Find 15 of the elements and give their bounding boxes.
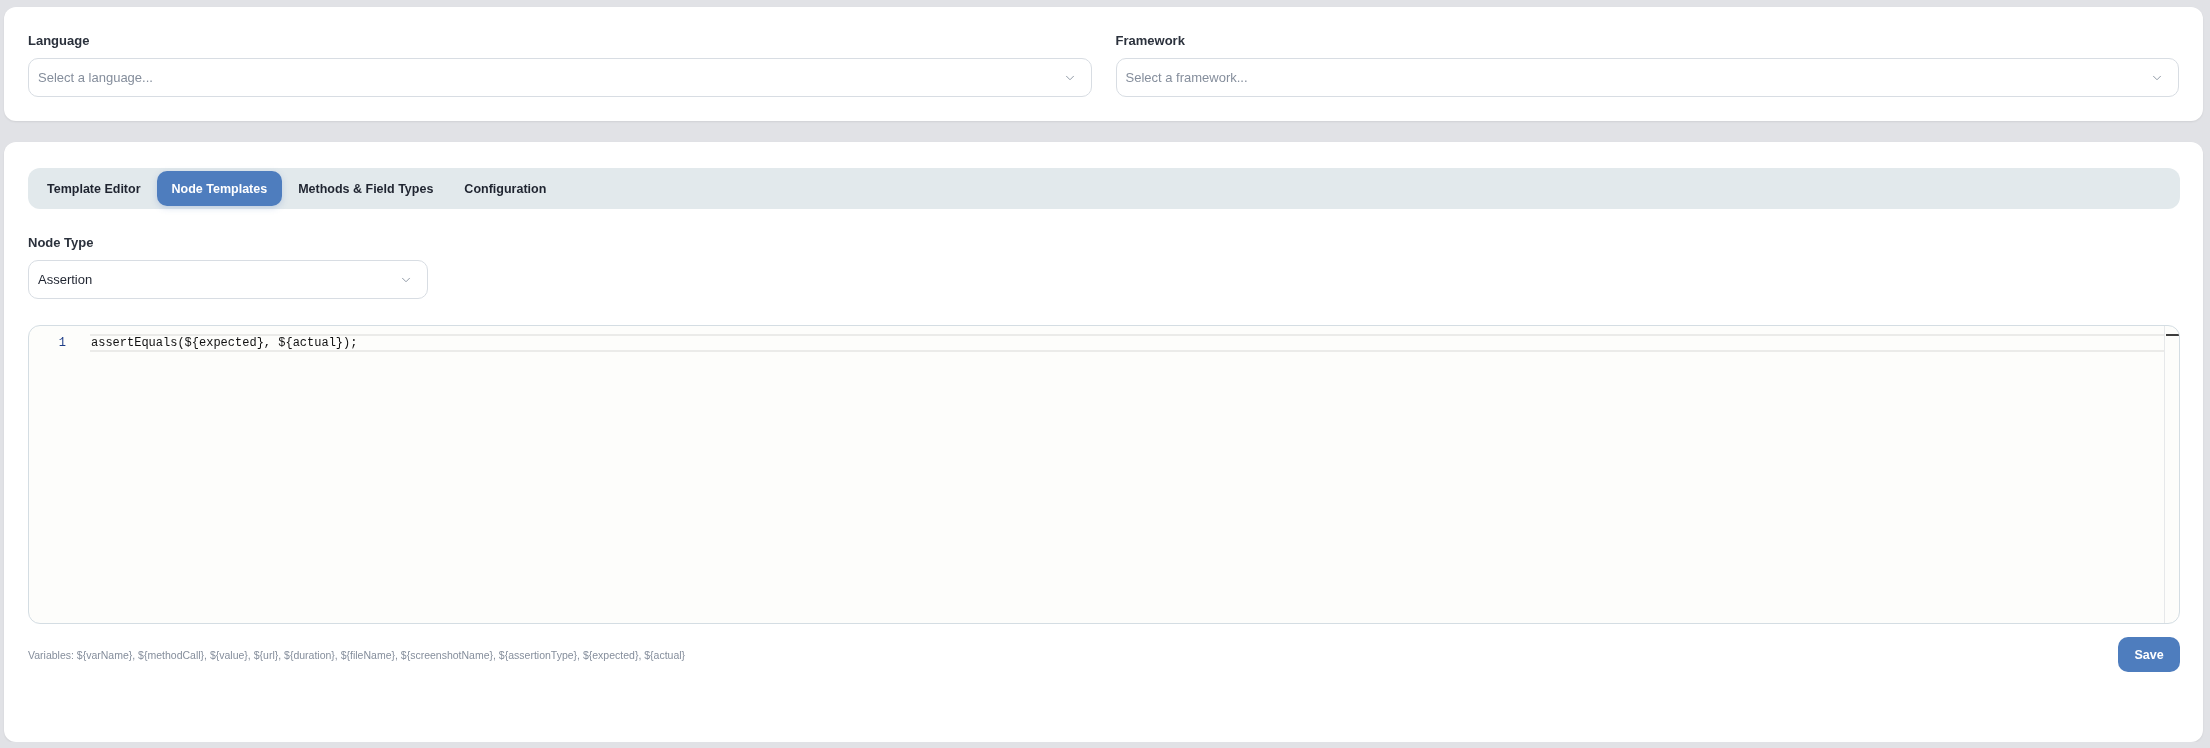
scrollbar-thumb[interactable]	[2165, 334, 2179, 336]
variables-hint: Variables: ${varName}, ${methodCall}, ${value}, ${url}, ${duration}, ${fileName}, ${screenshotName}, ${assertionType}, ${expected}, ${actual}	[28, 648, 686, 661]
node-type-select[interactable]: Assertion	[28, 260, 428, 299]
tab[interactable]: Template Editor	[32, 171, 156, 206]
field-label: Node Type	[28, 235, 94, 251]
field-label: Framework	[1115, 33, 1185, 49]
tab[interactable]: Configuration	[449, 171, 562, 206]
tab[interactable]: Methods & Field Types	[283, 171, 449, 206]
scrollbar-track[interactable]	[2164, 326, 2179, 623]
field-label: Language	[28, 33, 90, 49]
line-number: 1	[57, 334, 67, 352]
code-line: assertEquals(${expected}, ${actual});	[90, 334, 2164, 352]
save-button[interactable]: Save	[2118, 637, 2180, 672]
code-editor[interactable]: 1 assertEquals(${expected}, ${actual});	[28, 325, 2180, 624]
tab[interactable]: Node Templates	[156, 171, 283, 206]
